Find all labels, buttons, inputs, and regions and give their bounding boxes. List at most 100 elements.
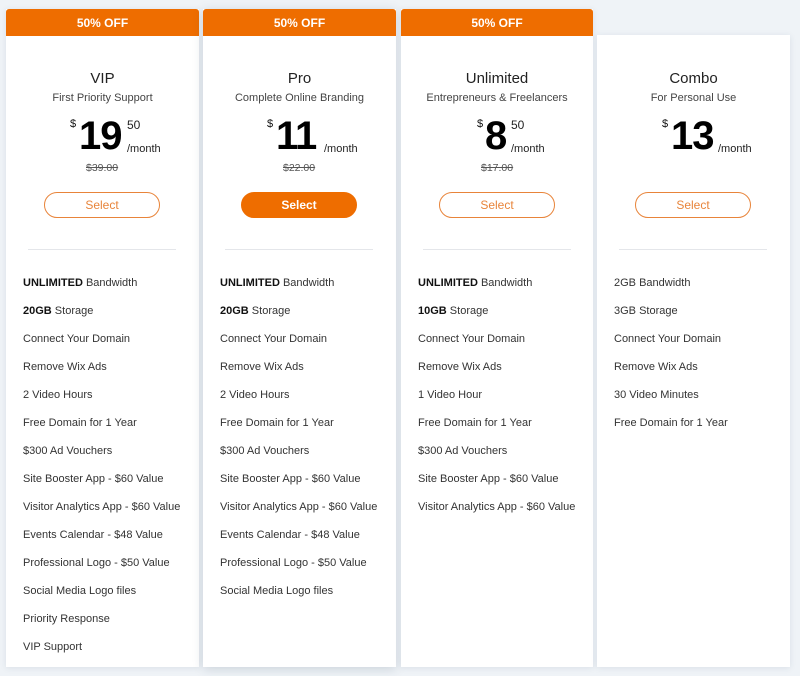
feature-item: Remove Wix Ads <box>418 360 575 388</box>
feature-item: Remove Wix Ads <box>23 360 180 388</box>
feature-highlight: UNLIMITED <box>418 277 478 289</box>
feature-text: Visitor Analytics App - $60 Value <box>23 501 181 513</box>
feature-text: Storage <box>446 305 489 317</box>
feature-item: Professional Logo - $50 Value <box>220 556 377 584</box>
feature-item: VIP Support <box>23 640 180 668</box>
feature-item: Site Booster App - $60 Value <box>23 472 180 500</box>
plan-name: Pro <box>287 70 312 87</box>
feature-item: 20GB Storage <box>220 304 377 332</box>
feature-item: Events Calendar - $48 Value <box>23 528 180 556</box>
price-period: /month <box>511 143 545 155</box>
divider <box>619 249 767 250</box>
feature-text: Remove Wix Ads <box>418 361 502 373</box>
feature-item: 10GB Storage <box>418 304 575 332</box>
feature-item: UNLIMITED Bandwidth <box>418 276 575 304</box>
feature-text: Free Domain for 1 Year <box>418 417 532 429</box>
discount-badge: 50% OFF <box>401 9 593 36</box>
original-price: $17.00 <box>481 162 514 174</box>
feature-text: VIP Support <box>23 641 83 653</box>
feature-item: Professional Logo - $50 Value <box>23 556 180 584</box>
plan-name: Unlimited <box>465 70 529 87</box>
feature-item: $300 Ad Vouchers <box>418 444 575 472</box>
feature-text: 1 Video Hour <box>418 389 483 401</box>
price-period: /month <box>718 143 752 155</box>
feature-text: Free Domain for 1 Year <box>614 417 728 429</box>
select-button-unlimited[interactable]: Select <box>439 192 555 218</box>
feature-text: $300 Ad Vouchers <box>23 445 113 457</box>
discount-badge: 50% OFF <box>203 9 396 36</box>
feature-text: Professional Logo - $50 Value <box>23 557 170 569</box>
price-whole: 13 <box>671 114 714 158</box>
feature-list: UNLIMITED Bandwidth 20GB Storage Connect Y… <box>23 276 180 668</box>
feature-item: UNLIMITED Bandwidth <box>23 276 180 304</box>
plan-price: $ 13 /month <box>597 114 790 162</box>
feature-item: Connect Your Domain <box>614 332 728 360</box>
feature-item: Connect Your Domain <box>23 332 180 360</box>
feature-item: Free Domain for 1 Year <box>418 416 575 444</box>
feature-item: 2GB Bandwidth <box>614 276 728 304</box>
feature-list: UNLIMITED Bandwidth 10GB Storage Connect Y… <box>418 276 575 528</box>
price-period: /month <box>127 143 161 155</box>
feature-item: Free Domain for 1 Year <box>614 416 728 444</box>
plan-price: $ 8 50 /month <box>401 114 593 162</box>
original-price: $39.00 <box>86 162 119 174</box>
feature-item: $300 Ad Vouchers <box>23 444 180 472</box>
feature-item: $300 Ad Vouchers <box>220 444 377 472</box>
plan-card-pro: 50% OFF Pro Complete Online Branding $ 1… <box>203 9 396 667</box>
feature-item: 2 Video Hours <box>23 388 180 416</box>
feature-text: Site Booster App - $60 Value <box>23 473 164 485</box>
plan-tagline: For Personal Use <box>650 92 737 104</box>
currency-symbol: $ <box>477 118 484 130</box>
feature-item: 20GB Storage <box>23 304 180 332</box>
feature-text: Remove Wix Ads <box>23 361 107 373</box>
feature-text: Remove Wix Ads <box>614 361 698 373</box>
plan-tagline: Entrepreneurs & Freelancers <box>426 92 568 104</box>
feature-item: 30 Video Minutes <box>614 388 728 416</box>
feature-text: Connect Your Domain <box>418 333 526 345</box>
plan-card-combo: Combo For Personal Use $ 13 /month Selec… <box>597 35 790 667</box>
feature-text: Remove Wix Ads <box>220 361 304 373</box>
feature-highlight: UNLIMITED <box>23 277 83 289</box>
feature-text: $300 Ad Vouchers <box>418 445 508 457</box>
select-button-pro[interactable]: Select <box>241 192 357 218</box>
plan-name: VIP <box>90 70 115 87</box>
currency-symbol: $ <box>662 118 669 130</box>
select-button-combo[interactable]: Select <box>635 192 751 218</box>
plan-card-vip: 50% OFF VIP First Priority Support $ 19 … <box>6 9 199 667</box>
price-whole: 8 <box>485 114 507 158</box>
feature-text: Priority Response <box>23 613 110 625</box>
original-price: $22.00 <box>283 162 316 174</box>
feature-highlight: 20GB <box>23 305 52 317</box>
feature-text: Bandwidth <box>279 277 335 289</box>
feature-list: UNLIMITED Bandwidth 20GB Storage Connect Y… <box>220 276 377 612</box>
feature-text: Social Media Logo files <box>220 585 334 597</box>
feature-item: Events Calendar - $48 Value <box>220 528 377 556</box>
feature-item: Visitor Analytics App - $60 Value <box>220 500 377 528</box>
feature-text: Free Domain for 1 Year <box>220 417 334 429</box>
feature-item: 1 Video Hour <box>418 388 575 416</box>
feature-item: Connect Your Domain <box>418 332 575 360</box>
price-period: /month <box>324 143 358 155</box>
feature-text: Events Calendar - $48 Value <box>23 529 163 541</box>
plan-card-unlimited: 50% OFF Unlimited Entrepreneurs & Freela… <box>401 9 593 667</box>
price-whole: 19 <box>79 114 122 158</box>
feature-text: Events Calendar - $48 Value <box>220 529 360 541</box>
feature-item: Free Domain for 1 Year <box>220 416 377 444</box>
price-whole: 11 <box>276 114 317 158</box>
select-button-vip[interactable]: Select <box>44 192 160 218</box>
feature-text: Visitor Analytics App - $60 Value <box>220 501 378 513</box>
discount-badge: 50% OFF <box>6 9 199 36</box>
feature-highlight: 10GB <box>418 305 447 317</box>
feature-item: Social Media Logo files <box>23 584 180 612</box>
plan-tagline: First Priority Support <box>52 92 153 104</box>
feature-text: Storage <box>248 305 291 317</box>
feature-item: Visitor Analytics App - $60 Value <box>418 500 575 528</box>
feature-text: Site Booster App - $60 Value <box>220 473 361 485</box>
feature-item: Visitor Analytics App - $60 Value <box>23 500 180 528</box>
feature-item: Free Domain for 1 Year <box>23 416 180 444</box>
currency-symbol: $ <box>70 118 77 130</box>
feature-text: Free Domain for 1 Year <box>23 417 137 429</box>
plan-name: Combo <box>669 70 718 87</box>
feature-text: Storage <box>51 305 94 317</box>
feature-text: Visitor Analytics App - $60 Value <box>418 501 576 513</box>
